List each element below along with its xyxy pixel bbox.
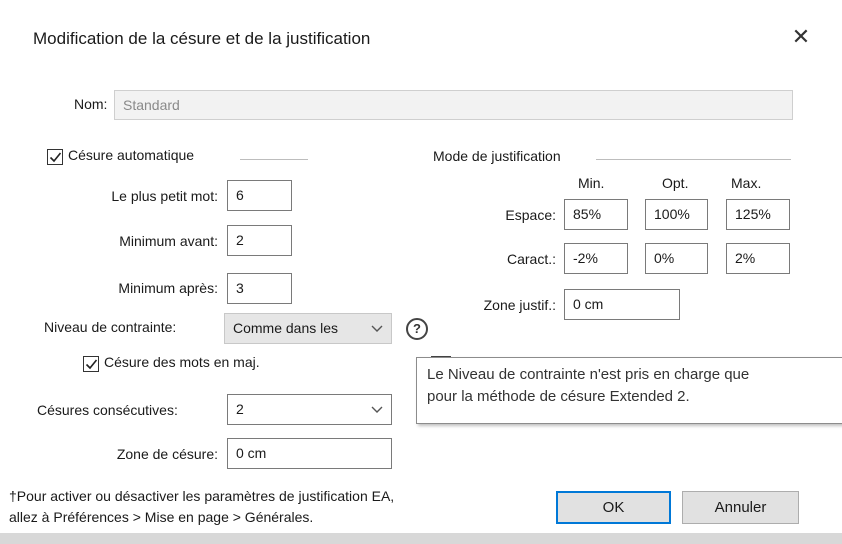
min-before-label: Minimum avant: [119,233,218,249]
character-label: Caract.: [506,251,556,267]
character-opt-field[interactable]: 0% [645,243,708,274]
character-max-field[interactable]: 2% [726,243,790,274]
tooltip-line-1: Le Niveau de contrainte n'est pris en ch… [427,366,750,383]
smallest-word-field[interactable]: 6 [227,180,292,211]
column-opt-header: Opt. [662,175,689,191]
min-after-field[interactable]: 3 [227,273,292,304]
footnote-line-2: allez à Préférences > Mise en page > Gén… [9,509,314,525]
group-divider [596,159,791,160]
justification-group-label: Mode de justification [433,148,561,164]
ok-button[interactable]: OK [556,491,671,524]
consecutive-label: Césures consécutives: [37,402,178,418]
name-field[interactable]: Standard [114,90,793,120]
auto-hyphenation-label: Césure automatique [68,147,195,163]
space-opt-field[interactable]: 100% [645,199,708,230]
caps-hyphenation-checkbox[interactable] [83,356,99,372]
space-min-field[interactable]: 85% [564,199,628,230]
space-label: Espace: [505,207,556,223]
column-min-header: Min. [578,175,605,191]
cancel-button[interactable]: Annuler [682,491,799,524]
min-before-field[interactable]: 2 [227,225,292,256]
checkmark-icon [49,152,62,163]
help-icon[interactable]: ? [406,318,428,340]
bottom-edge [0,533,842,544]
constraint-value: Comme dans les [233,320,339,336]
justification-zone-field[interactable]: 0 cm [564,289,680,320]
group-divider [240,159,308,160]
auto-hyphenation-checkbox[interactable] [47,149,63,165]
footnote: †Pour activer ou désactiver les paramètr… [9,486,394,528]
close-icon[interactable]: ✕ [786,22,816,52]
character-min-field[interactable]: -2% [564,243,628,274]
smallest-word-label: Le plus petit mot: [111,188,218,204]
constraint-tooltip: Le Niveau de contrainte n'est pris en ch… [416,357,842,424]
tooltip-line-2: pour la méthode de césure Extended 2. [427,388,690,405]
consecutive-value: 2 [236,401,244,417]
justification-zone-label: Zone justif.: [483,297,556,313]
chevron-down-icon [371,325,383,332]
hyphenation-zone-field[interactable]: 0 cm [227,438,392,469]
constraint-dropdown[interactable]: Comme dans les [224,313,392,344]
footnote-line-1: †Pour activer ou désactiver les paramètr… [9,488,395,504]
constraint-label: Niveau de contrainte: [44,319,177,335]
consecutive-dropdown[interactable]: 2 [227,394,392,425]
hyphenation-justification-dialog: Modification de la césure et de la justi… [0,0,842,544]
min-after-label: Minimum après: [118,280,218,296]
checkmark-icon [85,359,98,370]
dialog-title: Modification de la césure et de la justi… [33,29,371,48]
caps-hyphenation-label: Césure des mots en maj. [104,354,260,370]
name-label: Nom: [74,96,108,112]
space-max-field[interactable]: 125% [726,199,790,230]
chevron-down-icon [371,406,383,413]
column-max-header: Max. [731,175,762,191]
hyphenation-zone-label: Zone de césure: [116,446,218,462]
